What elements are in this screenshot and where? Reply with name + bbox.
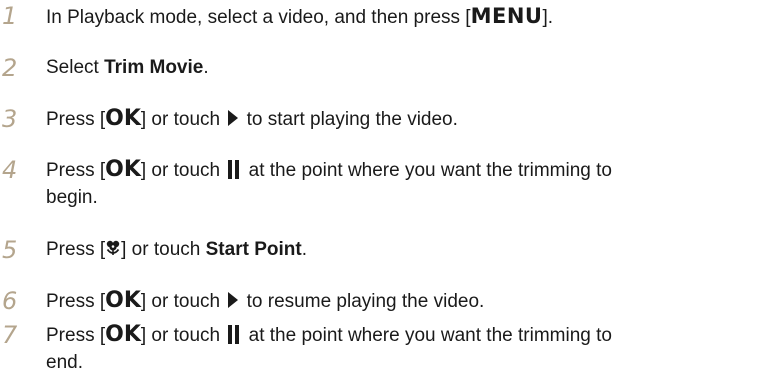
step-text-part: at the point where you want the trimming… (243, 325, 612, 346)
step-text-continuation: begin. (46, 187, 98, 208)
step-text: Press [OK] or touch at the point where y… (46, 156, 780, 185)
step-text-part: ] or touch (140, 109, 226, 130)
menu-option-label: Trim Movie (104, 57, 204, 78)
step-number: 1 (2, 2, 18, 30)
step-text: Press [OK] or touch at the point where y… (46, 321, 780, 350)
step-number: 6 (2, 287, 18, 315)
step-number: 7 (2, 321, 18, 349)
step-number: 5 (2, 236, 18, 264)
step-text-part: Select (46, 57, 105, 78)
pause-icon (228, 159, 240, 179)
step-text-part: Press [ (46, 109, 106, 130)
ok-key-label: OK (105, 157, 141, 182)
step-text-part: ]. (542, 7, 554, 28)
step-text: Press [ ] or touch Start Point. (46, 236, 780, 264)
step-text-part: ] or touch (140, 325, 226, 346)
step-text-part: In Playback mode, select a video, and th… (46, 7, 471, 28)
step-text-part: Press [ (46, 291, 106, 312)
ok-key-label: OK (105, 106, 141, 131)
play-icon (228, 292, 239, 309)
step-text: In Playback mode, select a video, and th… (46, 2, 780, 32)
step-number: 4 (2, 156, 18, 184)
ok-key-label: OK (105, 322, 141, 347)
step-text-part: . (203, 57, 209, 78)
step-text-part: ] or touch (140, 291, 226, 312)
play-icon (228, 110, 239, 127)
menu-key-label: MENU (470, 4, 543, 28)
step-text: Select Trim Movie. (46, 54, 780, 82)
step-text-continuation: end. (46, 352, 83, 373)
step-number: 2 (2, 54, 18, 82)
step-text-part: at the point where you want the trimming… (243, 160, 612, 181)
step-text-part: ] or touch (140, 160, 226, 181)
step-text-part: . (301, 239, 307, 260)
step-number: 3 (2, 105, 18, 133)
step-text-part: ] or touch (121, 239, 206, 260)
step-text: Press [OK] or touch to resume playing th… (46, 287, 780, 316)
step-text-part: to resume playing the video. (241, 291, 485, 312)
step-text: Press [OK] or touch to start playing the… (46, 105, 780, 134)
pause-icon (228, 324, 240, 344)
step-text-part: Press [ (46, 325, 106, 346)
step-text-part: Press [ (46, 239, 106, 260)
macro-flower-icon (106, 241, 120, 256)
step-text-part: Press [ (46, 160, 106, 181)
ok-key-label: OK (105, 288, 141, 313)
option-label: Start Point (205, 239, 302, 260)
step-text-part: to start playing the video. (241, 109, 458, 130)
